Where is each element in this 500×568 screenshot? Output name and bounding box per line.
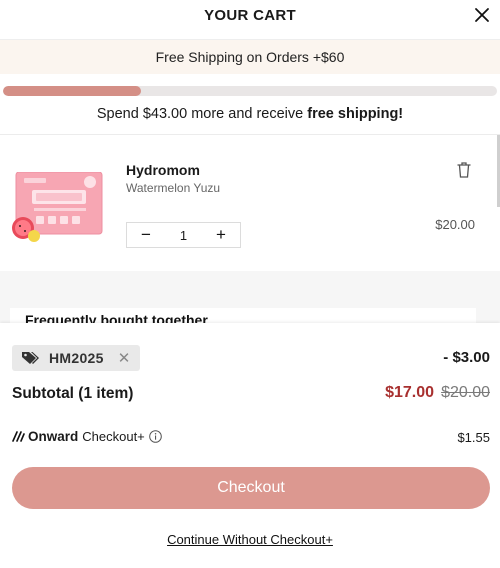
discount-chip: HM2025 ✕ xyxy=(12,345,141,371)
checkout-button[interactable]: Checkout xyxy=(12,467,490,509)
onward-brand: Onward xyxy=(28,429,79,444)
shipping-progress-message: Spend $43.00 more and receive free shipp… xyxy=(0,106,500,122)
subtotal-sale-price: $17.00 xyxy=(385,384,434,401)
product-variant: Watermelon Yuzu xyxy=(126,181,221,195)
hydromom-box-image[interactable] xyxy=(10,172,104,242)
subtotal-label: Subtotal (1 item) xyxy=(12,385,134,402)
close-icon[interactable] xyxy=(473,6,491,24)
remove-discount-icon[interactable]: ✕ xyxy=(118,349,131,367)
shipping-progress-bar xyxy=(3,86,497,96)
decrease-quantity-button[interactable]: − xyxy=(127,223,165,247)
free-shipping-banner: Free Shipping on Orders +$60 xyxy=(0,40,500,74)
onward-logo-icon xyxy=(12,431,25,442)
increase-quantity-button[interactable]: + xyxy=(202,223,240,247)
product-title[interactable]: Hydromom xyxy=(126,162,200,178)
onward-checkout-plus: Onward Checkout+ xyxy=(12,429,162,444)
continue-without-checkout-plus-link[interactable]: Continue Without Checkout+ xyxy=(0,532,500,547)
cart-line-item: Hydromom Watermelon Yuzu − 1 + $20.00 xyxy=(0,135,500,271)
subtotal-original-price: $20.00 xyxy=(441,384,490,401)
shipping-progress-fill xyxy=(3,86,142,96)
discount-amount: - $3.00 xyxy=(443,349,490,366)
quantity-value[interactable]: 1 xyxy=(165,228,202,243)
tag-icon xyxy=(22,352,39,364)
discount-code: HM2025 xyxy=(49,350,104,366)
item-price: $20.00 xyxy=(435,217,475,232)
info-icon[interactable] xyxy=(148,430,162,443)
onward-price: $1.55 xyxy=(457,430,490,445)
spend-message-text: Spend $43.00 more and receive xyxy=(96,106,308,122)
cart-footer: HM2025 ✕ - $3.00 Subtotal (1 item) $17.0… xyxy=(0,323,500,568)
quantity-stepper: − 1 + xyxy=(126,222,241,248)
recommendations-section: Frequently bought together xyxy=(0,271,500,328)
spend-message-bold: free shipping! xyxy=(307,106,404,122)
cart-header: YOUR CART xyxy=(0,0,500,40)
onward-label: Checkout+ xyxy=(82,429,145,444)
trash-icon[interactable] xyxy=(456,161,472,179)
cart-title: YOUR CART xyxy=(204,7,296,24)
